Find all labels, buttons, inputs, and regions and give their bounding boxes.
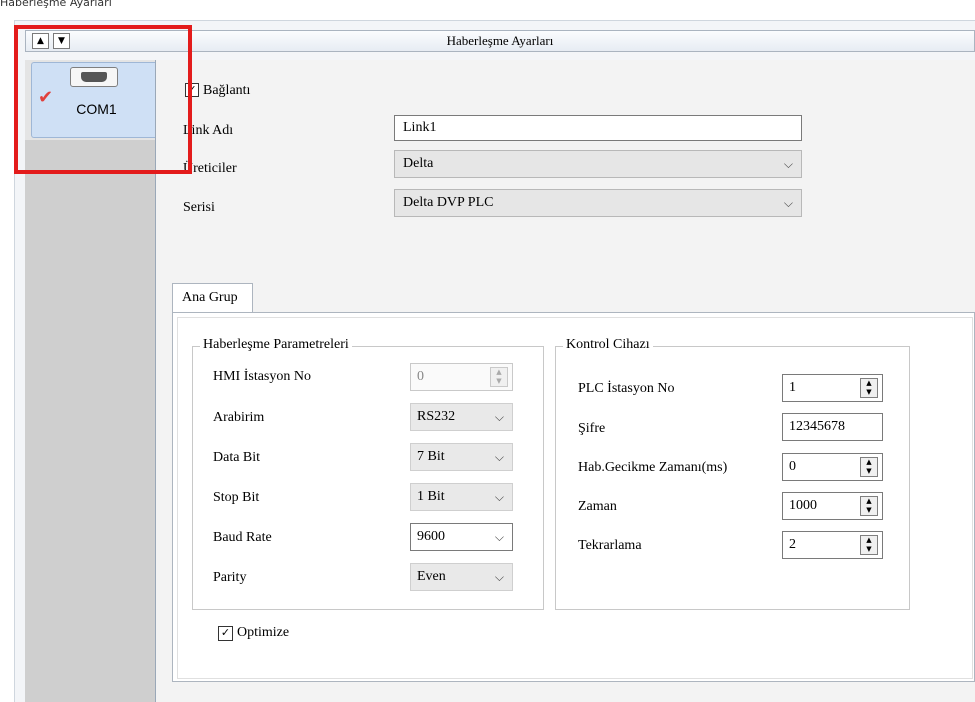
delay-time-value: 0 (789, 459, 796, 474)
spinner-icon[interactable]: ▲ ▼ (860, 378, 878, 398)
stop-bit-value: 1 Bit (417, 489, 445, 504)
hmi-station-label: HMI İstasyon No (213, 369, 311, 384)
window-title: Haberleşme Ayarları (0, 0, 112, 9)
chevron-down-icon: ⌵ (494, 530, 504, 544)
chevron-down-icon: ⌵ (494, 570, 504, 584)
spinner-icon[interactable]: ▲ ▼ (860, 457, 878, 477)
chevron-down-icon: ⌵ (494, 410, 504, 424)
stop-bit-label: Stop Bit (213, 490, 260, 505)
data-bit-label: Data Bit (213, 450, 261, 465)
interface-select[interactable]: RS232 ⌵ (410, 403, 513, 431)
interface-label: Arabirim (213, 410, 265, 425)
time-value: 1000 (789, 498, 817, 513)
delay-time-label: Hab.Gecikme Zamanı(ms) (578, 460, 728, 475)
chevron-down-icon: ⌵ (783, 157, 793, 171)
series-label: Serisi (183, 200, 215, 215)
retry-input[interactable]: 2 ▲ ▼ (782, 531, 883, 559)
plc-station-value: 1 (789, 380, 796, 395)
link-name-input[interactable]: Link1 (394, 115, 802, 141)
spinner-icon[interactable]: ▲ ▼ (490, 367, 508, 387)
time-input[interactable]: 1000 ▲ ▼ (782, 492, 883, 520)
password-input[interactable]: 12345678 (782, 413, 883, 441)
optimize-label: Optimize (237, 625, 290, 640)
comm-params-title: Haberleşme Parametreleri (200, 337, 352, 353)
baud-rate-value: 9600 (417, 529, 445, 544)
connection-checkbox-label: Bağlantı (203, 83, 251, 98)
retry-label: Tekrarlama (578, 538, 642, 553)
password-label: Şifre (578, 421, 606, 436)
controller-title: Kontrol Cihazı (563, 337, 653, 353)
stop-bit-select[interactable]: 1 Bit ⌵ (410, 483, 513, 511)
plc-station-input[interactable]: 1 ▲ ▼ (782, 374, 883, 402)
parity-select[interactable]: Even ⌵ (410, 563, 513, 591)
chevron-down-icon: ⌵ (783, 196, 793, 210)
data-bit-value: 7 Bit (417, 449, 445, 464)
parity-value: Even (417, 569, 446, 584)
retry-value: 2 (789, 537, 796, 552)
manufacturer-select[interactable]: Delta ⌵ (394, 150, 802, 178)
parity-label: Parity (213, 570, 247, 585)
interface-value: RS232 (417, 409, 456, 424)
spinner-icon[interactable]: ▲ ▼ (860, 496, 878, 516)
baud-rate-label: Baud Rate (213, 530, 272, 545)
spinner-icon[interactable]: ▲ ▼ (860, 535, 878, 555)
hmi-station-value: 0 (417, 369, 424, 384)
sidebar-empty-area (25, 140, 156, 702)
plc-station-label: PLC İstasyon No (578, 381, 675, 396)
hmi-station-input[interactable]: 0 ▲ ▼ (410, 363, 513, 391)
series-select[interactable]: Delta DVP PLC ⌵ (394, 189, 802, 217)
optimize-checkbox[interactable]: ✓ (218, 626, 233, 641)
highlight-box (14, 25, 192, 174)
manufacturer-value: Delta (403, 156, 434, 171)
tab-ana-grup[interactable]: Ana Grup (172, 283, 253, 313)
chevron-down-icon: ⌵ (494, 450, 504, 464)
chevron-down-icon: ⌵ (494, 490, 504, 504)
delay-time-input[interactable]: 0 ▲ ▼ (782, 453, 883, 481)
time-label: Zaman (578, 499, 617, 514)
series-value: Delta DVP PLC (403, 195, 494, 210)
baud-rate-select[interactable]: 9600 ⌵ (410, 523, 513, 551)
data-bit-select[interactable]: 7 Bit ⌵ (410, 443, 513, 471)
